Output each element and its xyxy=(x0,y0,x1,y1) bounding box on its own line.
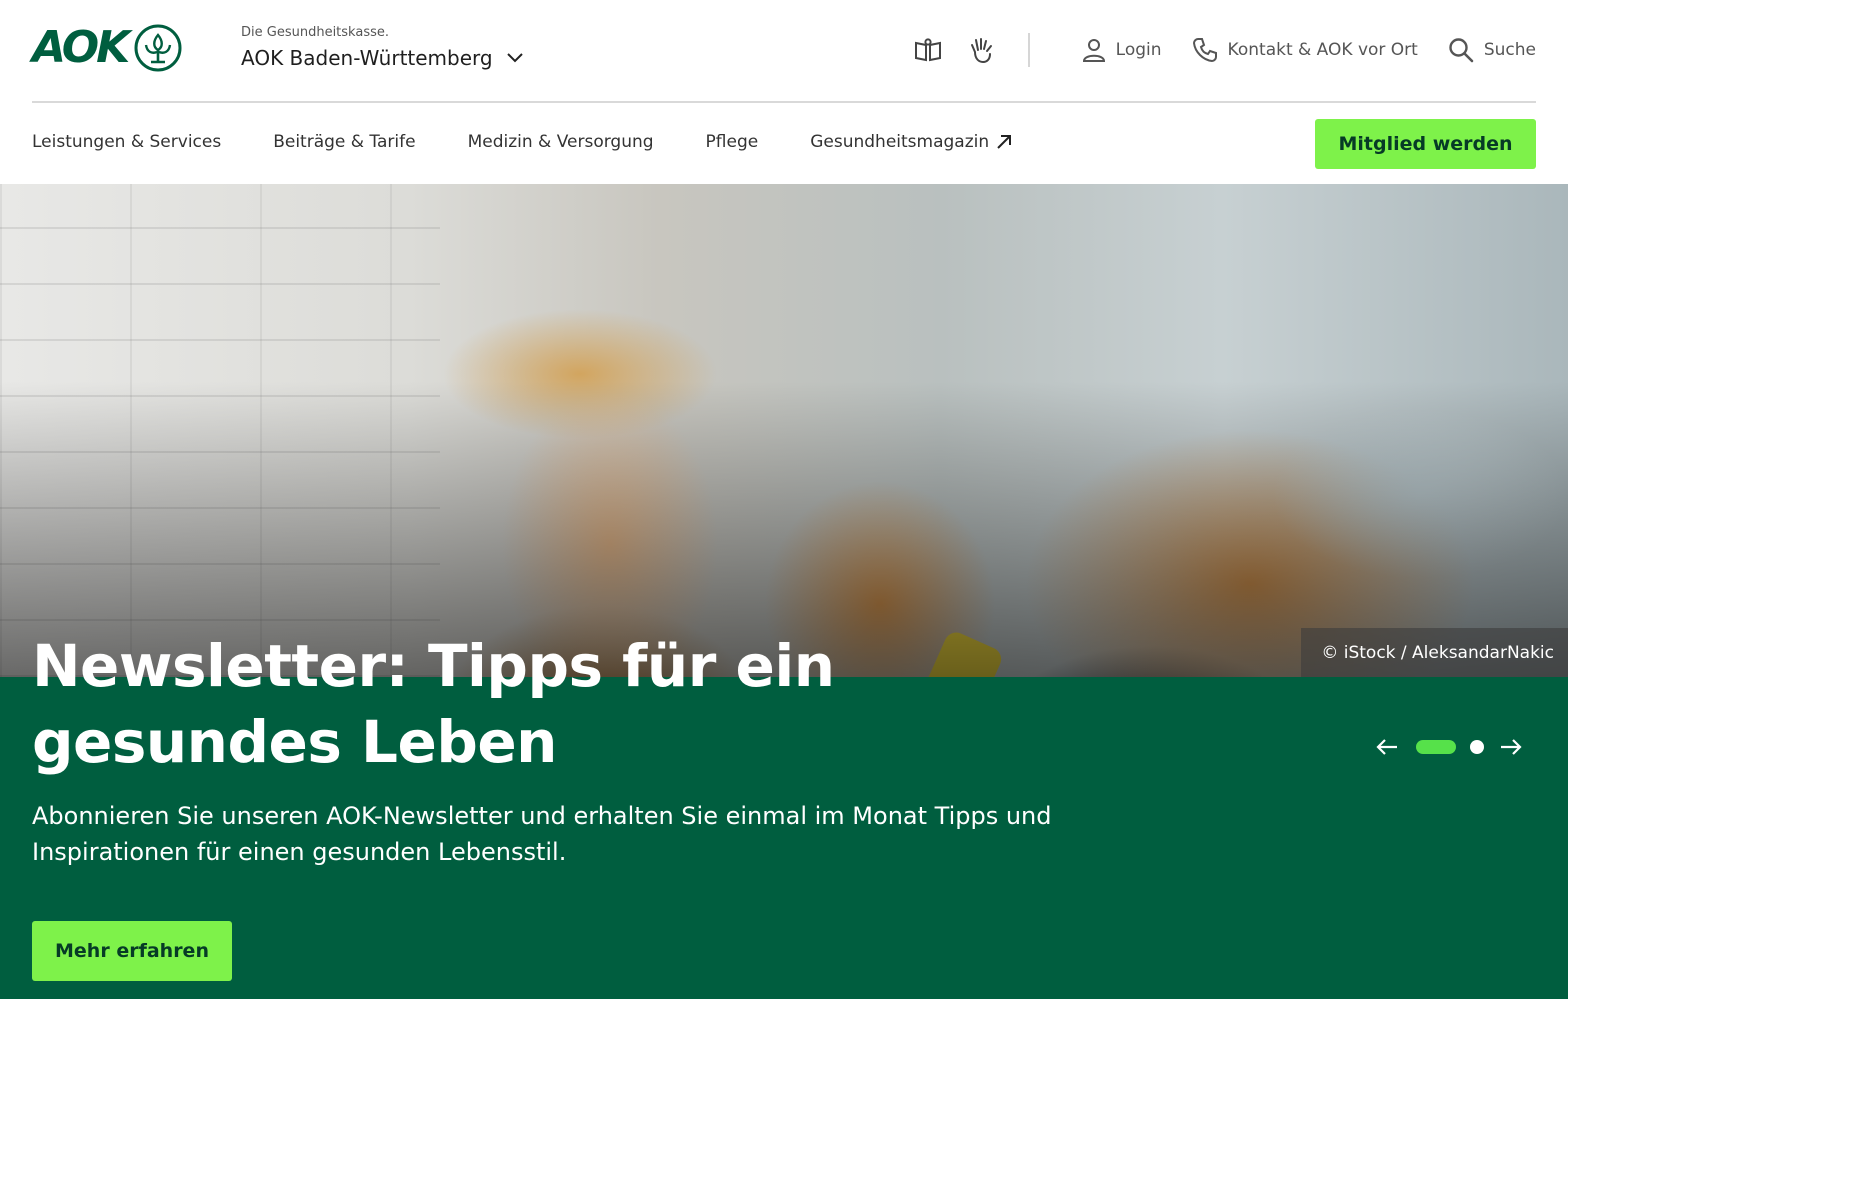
region-label: AOK Baden-Württemberg xyxy=(241,46,493,70)
carousel-next-button[interactable] xyxy=(1496,732,1526,762)
main-nav: Leistungen & Services Beiträge & Tarife … xyxy=(32,132,1065,152)
nav-item-medizin[interactable]: Medizin & Versorgung xyxy=(468,132,654,152)
nav-item-label: Medizin & Versorgung xyxy=(467,132,654,152)
nav-item-label: Gesundheitsmagazin xyxy=(810,132,990,152)
sign-language-button[interactable] xyxy=(962,30,1002,70)
phone-icon xyxy=(1192,38,1217,63)
hero-headline: Newsletter: Tipps für ein gesundes Leben xyxy=(32,632,835,776)
search-icon xyxy=(1449,38,1474,63)
top-actions: Login Kontakt & AOK vor Ort Suche xyxy=(908,30,1536,70)
hero-image: © iStock / AleksandarNakic xyxy=(0,184,1568,677)
learn-more-button[interactable]: Mehr erfahren xyxy=(32,921,232,981)
nav-item-leistungen[interactable]: Leistungen & Services xyxy=(32,132,221,152)
carousel-controls xyxy=(1372,732,1526,762)
hero-body: Abonnieren Sie unseren AOK-Newsletter un… xyxy=(32,802,1052,866)
brand-block: Die Gesundheitskasse. AOK Baden-Württemb… xyxy=(241,25,523,70)
search-link[interactable]: Suche xyxy=(1448,37,1536,63)
logo-wordmark: AOK xyxy=(32,22,130,73)
nav-item-gesundheitsmagazin[interactable]: Gesundheitsmagazin xyxy=(810,132,1013,152)
carousel-dot-active[interactable] xyxy=(1416,740,1456,754)
aok-logo[interactable]: AOK xyxy=(32,22,183,73)
book-open-icon xyxy=(914,38,941,62)
image-credit: © iStock / AleksandarNakic xyxy=(1301,628,1568,677)
aok-tree-icon xyxy=(134,24,182,71)
carousel-prev-button[interactable] xyxy=(1372,732,1402,762)
login-link[interactable]: Login xyxy=(1082,37,1162,63)
login-label: Login xyxy=(1115,40,1162,60)
chevron-down-icon xyxy=(506,53,523,63)
nav-item-label: Beiträge & Tarife xyxy=(273,132,416,152)
sign-language-hand-icon xyxy=(970,38,992,64)
easy-language-button[interactable] xyxy=(908,30,948,70)
nav-item-label: Pflege xyxy=(705,132,759,152)
header-divider xyxy=(32,101,1536,103)
divider xyxy=(1027,33,1030,67)
user-icon xyxy=(1082,39,1105,62)
site-header: AOK Die Gesundheitskasse. AOK Baden-Würt… xyxy=(0,0,1568,184)
external-link-arrow-icon xyxy=(997,135,1012,149)
arrow-right-icon xyxy=(1501,739,1522,755)
brand-tagline: Die Gesundheitskasse. xyxy=(241,25,389,40)
region-selector[interactable]: AOK Baden-Württemberg xyxy=(241,46,523,70)
nav-item-pflege[interactable]: Pflege xyxy=(706,132,759,152)
nav-item-beitraege[interactable]: Beiträge & Tarife xyxy=(273,132,415,152)
hero-shade xyxy=(0,184,1568,677)
become-member-button[interactable]: Mitglied werden xyxy=(1315,119,1536,169)
nav-item-label: Leistungen & Services xyxy=(32,132,222,152)
contact-link[interactable]: Kontakt & AOK vor Ort xyxy=(1192,37,1418,63)
arrow-left-icon xyxy=(1376,739,1397,755)
carousel-dot[interactable] xyxy=(1470,740,1484,754)
search-label: Suche xyxy=(1483,40,1536,60)
contact-label: Kontakt & AOK vor Ort xyxy=(1227,40,1418,60)
